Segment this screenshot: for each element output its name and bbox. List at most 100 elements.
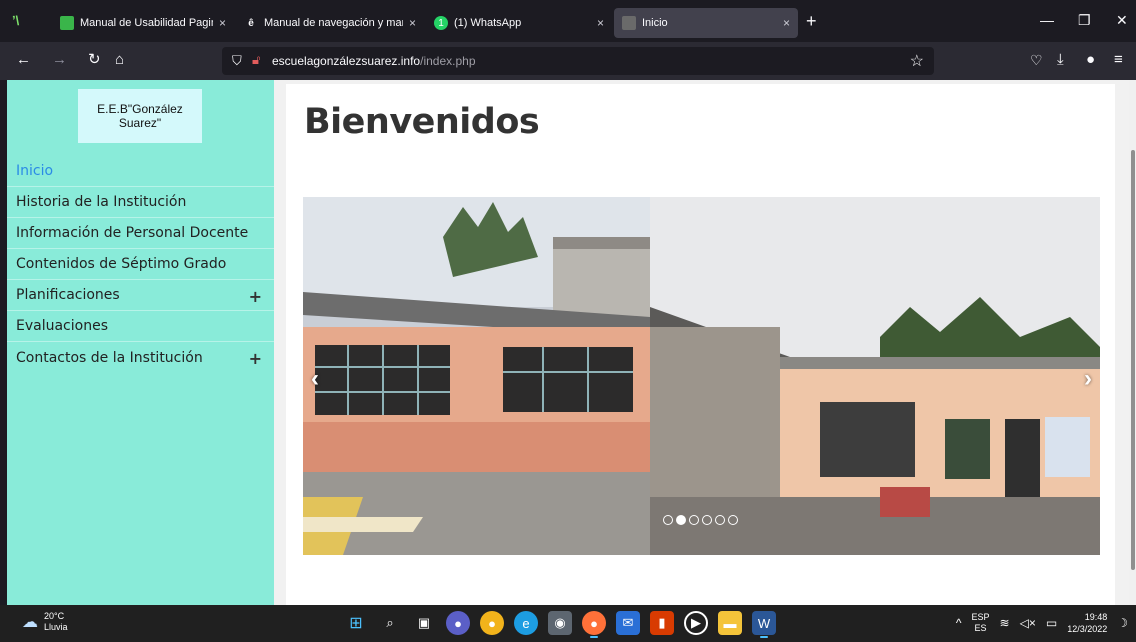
close-icon[interactable]: × xyxy=(597,16,604,30)
carousel-dot[interactable] xyxy=(689,515,699,525)
sidebar-item-label: Evaluaciones xyxy=(16,318,108,334)
office-icon[interactable]: ▮ xyxy=(650,611,674,635)
image-carousel[interactable]: ‹ › xyxy=(303,197,1100,555)
main-content: Bienvenidos ‹ › xyxy=(286,84,1115,605)
sidebar-item-inicio[interactable]: Inicio xyxy=(7,156,274,187)
edge-icon[interactable]: e xyxy=(514,611,538,635)
battery-icon[interactable]: ▭ xyxy=(1046,616,1057,630)
word-icon[interactable]: W xyxy=(752,611,776,638)
sidebar-item-historia[interactable]: Historia de la Institución xyxy=(7,187,274,218)
tab-inicio[interactable]: Inicio × xyxy=(614,8,798,38)
url-host: escuelagonzálezsuarez.info xyxy=(272,54,421,68)
sidebar-item-contactos[interactable]: Contactos de la Institución + xyxy=(7,342,274,373)
carousel-dot[interactable] xyxy=(663,515,673,525)
sidebar-menu: Inicio Historia de la Institución Inform… xyxy=(7,156,274,373)
chevron-up-icon[interactable]: ^ xyxy=(956,616,962,630)
teams-chat-icon[interactable]: ● xyxy=(446,611,470,635)
carousel-dot[interactable] xyxy=(715,515,725,525)
lang-top: ESP xyxy=(971,612,990,622)
clock-time: 19:48 xyxy=(1084,612,1108,622)
carousel-dot[interactable] xyxy=(728,515,738,525)
school-logo[interactable]: E.E.B"González Suarez" xyxy=(78,89,202,143)
weather-desc: Lluvia xyxy=(44,622,68,632)
restore-icon[interactable]: ❐ xyxy=(1078,12,1091,29)
system-tray: ^ ESP ES ≋ ◁× ▭ 19:48 12/3/2022 ☽ xyxy=(956,611,1128,635)
mail-icon[interactable]: ✉ xyxy=(616,611,640,635)
rain-cloud-icon: ☁ xyxy=(22,614,38,631)
wifi-icon[interactable]: ≋ xyxy=(1000,616,1010,630)
language-indicator[interactable]: ESP ES xyxy=(972,612,990,634)
downloads-icon[interactable]: ⤓ xyxy=(1057,52,1064,68)
volume-muted-icon[interactable]: ◁× xyxy=(1020,616,1036,630)
url-text[interactable]: escuelagonzálezsuarez.info/index.php xyxy=(272,54,476,68)
whatsapp-favicon-icon: 1 xyxy=(434,16,448,30)
close-icon[interactable]: × xyxy=(409,16,416,30)
clock[interactable]: 19:48 12/3/2022 xyxy=(1067,611,1107,635)
sidebar-item-contenidos[interactable]: Contenidos de Séptimo Grado xyxy=(7,249,274,280)
new-tab-button[interactable]: + xyxy=(806,12,817,30)
weather-widget[interactable]: ☁ 20°C Lluvia xyxy=(22,611,68,633)
lock-icon[interactable]: 🔓︎ xyxy=(252,52,260,68)
back-icon[interactable]: ← xyxy=(16,52,31,68)
home-icon[interactable]: ⌂ xyxy=(115,52,124,68)
page-title: Bienvenidos xyxy=(304,102,540,142)
reload-icon[interactable]: ↻ xyxy=(88,52,101,68)
tab-usabilidad[interactable]: Manual de Usabilidad Pagina W × xyxy=(52,8,234,38)
account-icon[interactable]: ● xyxy=(1086,52,1095,68)
sidebar-item-label: Inicio xyxy=(16,163,54,179)
tab-title: Inicio xyxy=(642,17,668,29)
camera-icon[interactable]: ◉ xyxy=(548,611,572,635)
sidebar-item-label: Contenidos de Séptimo Grado xyxy=(16,256,227,272)
tab-title: (1) WhatsApp xyxy=(454,17,522,29)
taskbar-apps: ⊞ ⌕ ▣ ● ● e ◉ ● ✉ ▮ ▶ ▬ W xyxy=(344,611,776,638)
expand-plus-icon[interactable]: + xyxy=(249,287,262,306)
firefox-icon[interactable]: ● xyxy=(582,611,606,638)
chrome-icon[interactable]: ● xyxy=(480,611,504,635)
carousel-dot[interactable] xyxy=(676,515,686,525)
pocket-icon[interactable]: ♡ xyxy=(1030,52,1043,68)
tab-whatsapp[interactable]: 1 (1) WhatsApp × xyxy=(426,8,612,38)
url-path: /index.php xyxy=(420,54,476,68)
page-viewport: E.E.B"González Suarez" Inicio Historia d… xyxy=(7,80,1129,605)
forward-icon[interactable]: → xyxy=(52,52,67,68)
file-explorer-icon[interactable]: ▬ xyxy=(718,611,742,635)
carousel-next-icon[interactable]: › xyxy=(1084,365,1092,393)
notifications-icon[interactable]: ☽ xyxy=(1117,616,1128,630)
bookmark-star-icon[interactable]: ☆ xyxy=(910,51,924,71)
minimize-icon[interactable]: — xyxy=(1040,12,1054,28)
sidebar-item-planificaciones[interactable]: Planificaciones + xyxy=(7,280,274,311)
expand-plus-icon[interactable]: + xyxy=(249,349,262,368)
search-icon[interactable]: ⌕ xyxy=(378,611,402,635)
close-icon[interactable]: × xyxy=(783,16,790,30)
sidebar-item-label: Contactos de la Institución xyxy=(16,349,203,366)
school-building-photo-left xyxy=(303,197,650,555)
sidebar: E.E.B"González Suarez" Inicio Historia d… xyxy=(7,80,274,605)
browser-tab-bar: ʼ\ Manual de Usabilidad Pagina W × ê Man… xyxy=(0,0,1136,42)
tab-title: Manual de Usabilidad Pagina W xyxy=(80,17,213,29)
sidebar-item-label: Planificaciones xyxy=(16,287,120,303)
carousel-dot[interactable] xyxy=(702,515,712,525)
app-logo-icon: ʼ\ xyxy=(12,13,20,28)
tab-navegacion[interactable]: ê Manual de navegación y manej × xyxy=(236,8,424,38)
task-view-icon[interactable]: ▣ xyxy=(412,611,436,635)
edge-favicon-icon: ê xyxy=(248,17,254,29)
page-scrollbar[interactable] xyxy=(1129,80,1136,605)
shield-icon[interactable]: ⛉ xyxy=(232,53,242,69)
tab-title: Manual de navegación y manej xyxy=(264,17,403,29)
scrollbar-thumb[interactable] xyxy=(1131,150,1135,570)
document-favicon-icon xyxy=(60,16,74,30)
media-player-icon[interactable]: ▶ xyxy=(684,611,708,635)
page-favicon-icon xyxy=(622,16,636,30)
school-building-photo-right xyxy=(650,197,1100,555)
close-icon[interactable]: × xyxy=(219,16,226,30)
sidebar-item-personal-docente[interactable]: Información de Personal Docente xyxy=(7,218,274,249)
menu-icon[interactable]: ≡ xyxy=(1114,52,1123,68)
sidebar-item-label: Información de Personal Docente xyxy=(16,225,249,241)
sidebar-item-label: Historia de la Institución xyxy=(16,194,187,210)
carousel-prev-icon[interactable]: ‹ xyxy=(311,365,319,393)
carousel-indicators xyxy=(663,515,738,525)
window-close-icon[interactable]: ✕ xyxy=(1116,12,1128,29)
sidebar-item-evaluaciones[interactable]: Evaluaciones xyxy=(7,311,274,342)
windows-start-icon[interactable]: ⊞ xyxy=(344,611,368,635)
url-bar[interactable]: ⛉ 🔓︎ escuelagonzálezsuarez.info/index.ph… xyxy=(222,47,934,75)
